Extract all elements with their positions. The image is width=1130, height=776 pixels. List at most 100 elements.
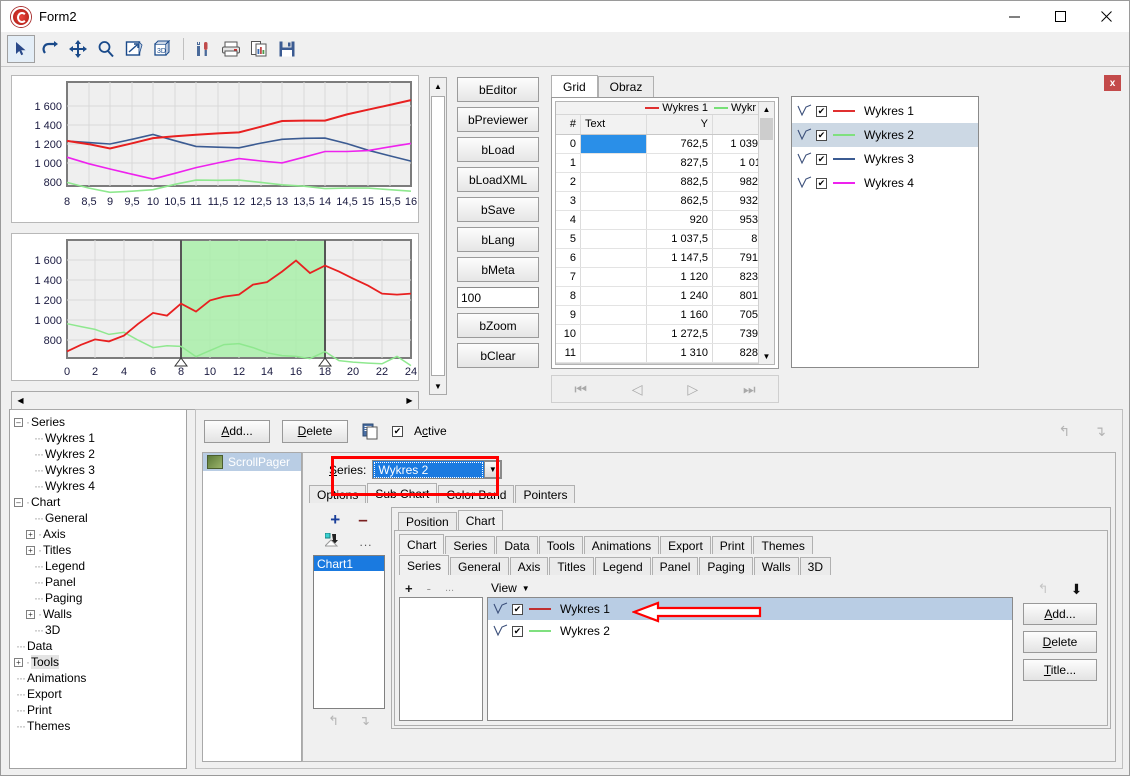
- tab-sub-chart[interactable]: Sub Chart: [367, 483, 438, 503]
- tab-titles-l2[interactable]: Titles: [549, 557, 594, 575]
- cell-text[interactable]: [580, 154, 646, 172]
- tree-node-print[interactable]: ··· Print: [12, 702, 184, 718]
- chart-list[interactable]: Chart1: [313, 555, 385, 709]
- table-row[interactable]: 1 827,5 1 01: [556, 154, 774, 173]
- tab-chart-l1[interactable]: Chart: [399, 534, 445, 554]
- undo-icon[interactable]: [37, 36, 63, 62]
- series-checkbox[interactable]: ✔: [816, 153, 827, 165]
- tree-node-titles[interactable]: + · Titles: [12, 542, 184, 558]
- three-d-icon[interactable]: 3D: [149, 36, 175, 62]
- scroll-thumb[interactable]: [431, 96, 445, 376]
- nav-prev-icon[interactable]: ◁: [632, 381, 643, 398]
- delete-series-button[interactable]: Delete: [1023, 631, 1097, 653]
- list-item-scrollpager[interactable]: ScrollPager: [203, 453, 301, 471]
- series-editor-list[interactable]: ✔ Wykres 1 ✔ Wykres 2: [487, 597, 1013, 721]
- tab-color-band[interactable]: Color Band: [438, 485, 515, 503]
- table-row[interactable]: 3 862,5 932,: [556, 192, 774, 211]
- panel-vertical-scrollbar[interactable]: ▲ ▼: [429, 77, 447, 395]
- chart-top[interactable]: 1 600 1 400 1 200 1 000 800 8 8,5 9 9,5 10 1…: [11, 75, 419, 223]
- button-bloadxml[interactable]: bLoadXML: [457, 167, 539, 192]
- cell-text[interactable]: [580, 306, 646, 324]
- grid-vertical-scrollbar[interactable]: ▲ ▼: [758, 102, 774, 364]
- series-dropdown[interactable]: Wykres 2 ▼: [372, 460, 503, 479]
- tree-node-axis[interactable]: + · Axis: [12, 526, 184, 542]
- tab-series-l2[interactable]: Series: [399, 555, 450, 575]
- tab-pointers[interactable]: Pointers: [515, 485, 576, 503]
- tree-node-paging[interactable]: ··· Paging: [12, 590, 184, 606]
- charts-horizontal-scrollbar[interactable]: ◀ ▶: [11, 391, 419, 410]
- tree-node-themes[interactable]: ··· Themes: [12, 718, 184, 734]
- grid-horizontal-scrollbar[interactable]: ❮ ❯: [556, 363, 774, 364]
- cell-text[interactable]: [580, 211, 646, 229]
- series-checkbox[interactable]: ✔: [512, 625, 523, 637]
- cell-text[interactable]: [580, 268, 646, 286]
- series-editor-left-list[interactable]: [399, 597, 483, 721]
- button-bpreviewer[interactable]: bPreviewer: [457, 107, 539, 132]
- pointer-icon[interactable]: [7, 35, 35, 63]
- series-checkbox[interactable]: ✔: [512, 603, 523, 615]
- copy-icon[interactable]: [360, 421, 380, 441]
- grid-v-thumb[interactable]: [760, 118, 773, 140]
- tool-list[interactable]: ScrollPager: [202, 452, 302, 762]
- plus-icon[interactable]: +: [330, 511, 340, 528]
- table-row[interactable]: 8 1 240 801,: [556, 287, 774, 306]
- tab-options[interactable]: Options: [309, 485, 367, 503]
- list-item[interactable]: ✔ Wykres 2: [488, 620, 1012, 642]
- tab-animations-l1[interactable]: Animations: [583, 536, 660, 554]
- series-ellipsis-icon[interactable]: ...: [445, 582, 454, 594]
- cell-text[interactable]: [580, 287, 646, 305]
- title-series-button[interactable]: Title...: [1023, 659, 1097, 681]
- table-row[interactable]: 9 1 160 705,: [556, 306, 774, 325]
- tree-node-wykres1[interactable]: ··· Wykres 1: [12, 430, 184, 446]
- expander-icon[interactable]: +: [14, 657, 23, 667]
- expander-icon[interactable]: +: [26, 545, 35, 555]
- cell-text[interactable]: [580, 230, 646, 248]
- scroll-down-icon[interactable]: ▼: [430, 378, 446, 394]
- tab-series-l1[interactable]: Series: [445, 536, 496, 554]
- expander-icon[interactable]: –: [14, 417, 23, 427]
- expander-icon[interactable]: +: [26, 529, 35, 539]
- list-item[interactable]: ✔ Wykres 4: [792, 171, 978, 195]
- expander-icon[interactable]: +: [26, 609, 35, 619]
- move-icon[interactable]: [65, 36, 91, 62]
- tab-panel-l2[interactable]: Panel: [651, 557, 699, 575]
- delete-button[interactable]: Delete: [282, 419, 348, 443]
- table-row[interactable]: 10 1 272,5 739,: [556, 325, 774, 344]
- list-item[interactable]: ✔ Wykres 2: [792, 123, 978, 147]
- tab-chart[interactable]: Chart: [457, 510, 504, 530]
- button-bmeta[interactable]: bMeta: [457, 257, 539, 282]
- print-icon[interactable]: [218, 36, 244, 62]
- tab-axis-l2[interactable]: Axis: [509, 557, 549, 575]
- button-bclear[interactable]: bClear: [457, 343, 539, 368]
- cell-text[interactable]: [580, 173, 646, 191]
- close-button[interactable]: [1083, 1, 1129, 32]
- add-series-button[interactable]: Add...: [1023, 603, 1097, 625]
- grid-scroll-down-icon[interactable]: ▼: [763, 349, 771, 364]
- tree-node-series[interactable]: – · Series: [12, 414, 184, 430]
- list-item[interactable]: ✔ Wykres 1: [792, 99, 978, 123]
- redo-arrow-icon[interactable]: ↴: [1094, 423, 1106, 440]
- undo-arrow-icon[interactable]: ↰: [1059, 423, 1071, 440]
- tab-export-l1[interactable]: Export: [660, 536, 711, 554]
- scroll-left-icon[interactable]: ◀: [12, 392, 29, 409]
- tree-node-walls[interactable]: + · Walls: [12, 606, 184, 622]
- tab-themes-l1[interactable]: Themes: [753, 536, 813, 554]
- add-series-plus-icon[interactable]: +: [405, 581, 413, 596]
- active-checkbox[interactable]: ✔: [392, 425, 403, 437]
- button-bzoom[interactable]: bZoom: [457, 313, 539, 338]
- list-item[interactable]: ✔ Wykres 3: [792, 147, 978, 171]
- scroll-up-icon[interactable]: ▲: [430, 78, 446, 94]
- zoom-value-input[interactable]: 100: [457, 287, 539, 308]
- grid-scroll-up-icon[interactable]: ▲: [763, 102, 771, 117]
- series-checkbox[interactable]: ✔: [816, 177, 827, 189]
- tree-node-wykres2[interactable]: ··· Wykres 2: [12, 446, 184, 462]
- tree-node-3d[interactable]: ··· 3D: [12, 622, 184, 638]
- expander-icon[interactable]: –: [14, 497, 23, 507]
- table-row[interactable]: 4 920 953,: [556, 211, 774, 230]
- tab-legend-l2[interactable]: Legend: [594, 557, 651, 575]
- series-checkbox[interactable]: ✔: [816, 105, 827, 117]
- tab-tools-l1[interactable]: Tools: [538, 536, 583, 554]
- cell-text[interactable]: [580, 249, 646, 267]
- table-row[interactable]: 7 1 120 823,: [556, 268, 774, 287]
- button-blang[interactable]: bLang: [457, 227, 539, 252]
